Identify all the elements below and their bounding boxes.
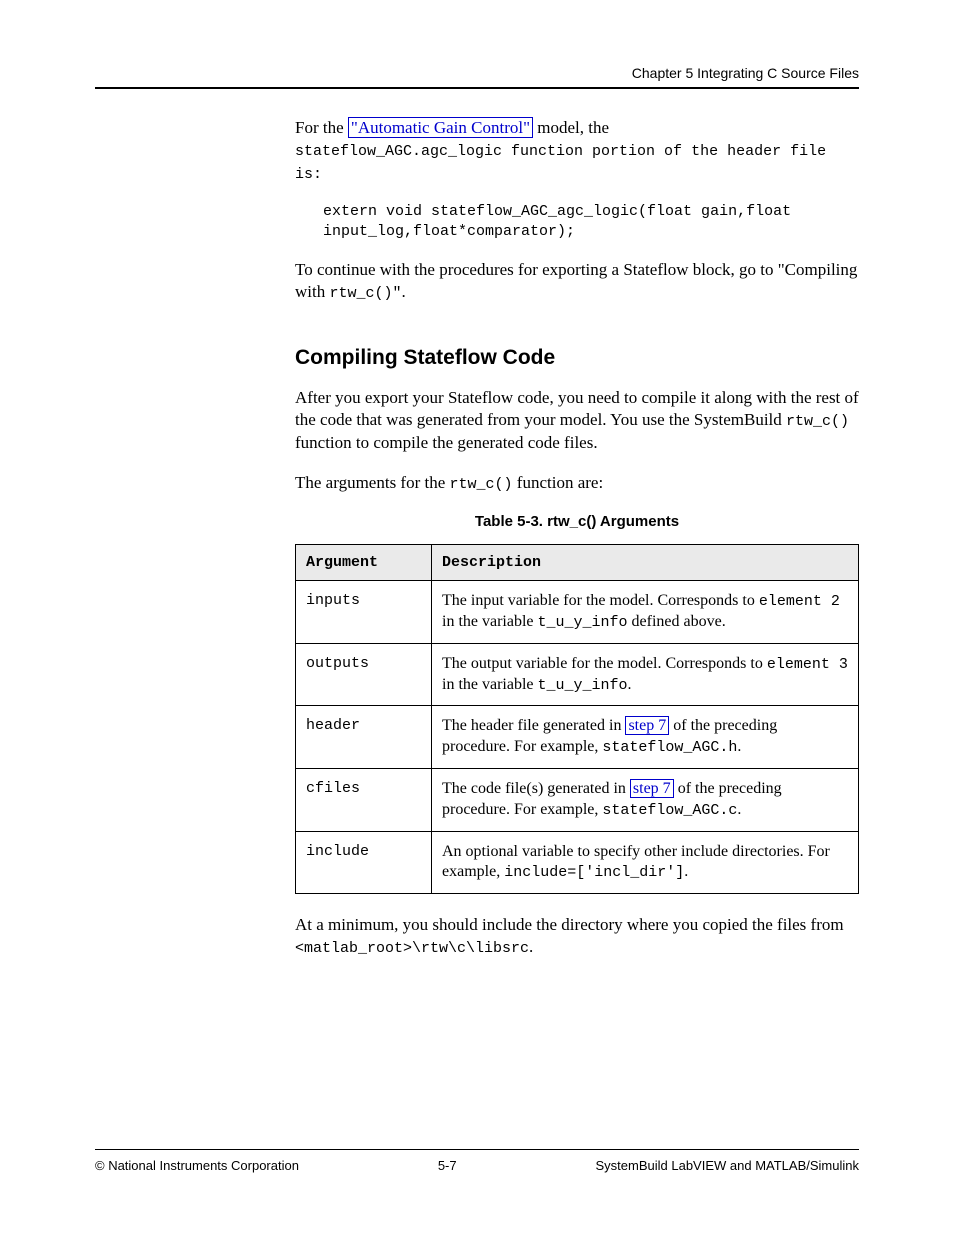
p6-code: <matlab_root>\rtw\c\libsrc xyxy=(295,940,529,957)
page-footer: © National Instruments Corporation 5-7 S… xyxy=(95,1143,859,1174)
p2-funcname: stateflow_AGC.agc_logic function portion… xyxy=(295,143,826,183)
p3-link-code: rtw_c()" xyxy=(329,285,401,302)
p5-code: rtw_c() xyxy=(450,476,513,493)
step7-link[interactable]: step 7 xyxy=(630,779,674,798)
table-row: outputs The output variable for the mode… xyxy=(296,643,859,706)
th-description: Description xyxy=(432,544,859,581)
p5-suffix: function are: xyxy=(513,473,604,492)
footer-left: © National Instruments Corporation xyxy=(95,1158,299,1173)
page-header: Chapter 5 Integrating C Source Files xyxy=(95,65,859,81)
header-rule xyxy=(95,87,859,89)
code-line-1: extern void stateflow_AGC_agc_logic(floa… xyxy=(323,203,791,220)
footer-rule xyxy=(95,1149,859,1150)
arg-desc: The code file(s) generated in step 7 of … xyxy=(432,768,859,831)
footer-right: SystemBuild LabVIEW and MATLAB/Simulink xyxy=(596,1158,859,1173)
arg-name: include xyxy=(296,831,432,894)
p3-prefix: To continue with the procedures for expo… xyxy=(295,260,773,279)
arg-desc: An optional variable to specify other in… xyxy=(432,831,859,894)
code-block-1: extern void stateflow_AGC_agc_logic(floa… xyxy=(323,202,859,241)
arg-desc: The output variable for the model. Corre… xyxy=(432,643,859,706)
p6-prefix: At a minimum, you should include the dir… xyxy=(295,915,844,934)
paragraph-4: After you export your Stateflow code, yo… xyxy=(295,387,859,454)
section-heading: Compiling Stateflow Code xyxy=(295,344,859,371)
table-row: header The header file generated in step… xyxy=(296,706,859,769)
main-content: For the "Automatic Gain Control" model, … xyxy=(295,117,859,959)
arg-name: outputs xyxy=(296,643,432,706)
arg-desc: The input variable for the model. Corres… xyxy=(432,581,859,644)
p1-prefix: For the xyxy=(295,118,348,137)
arg-name: cfiles xyxy=(296,768,432,831)
th-argument: Argument xyxy=(296,544,432,581)
p4-code: rtw_c() xyxy=(786,413,849,430)
paragraph-5: The arguments for the rtw_c() function a… xyxy=(295,472,859,495)
table-row: cfiles The code file(s) generated in ste… xyxy=(296,768,859,831)
p3-suffix: . xyxy=(402,282,406,301)
arg-desc: The header file generated in step 7 of t… xyxy=(432,706,859,769)
paragraph-6: At a minimum, you should include the dir… xyxy=(295,914,859,959)
agc-link[interactable]: "Automatic Gain Control" xyxy=(348,117,533,138)
code-line-2: input_log,float*comparator); xyxy=(323,223,575,240)
footer-page-number: 5-7 xyxy=(438,1158,457,1173)
paragraph-1: For the "Automatic Gain Control" model, … xyxy=(295,117,859,184)
table-row: inputs The input variable for the model.… xyxy=(296,581,859,644)
args-table: Argument Description inputs The input va… xyxy=(295,544,859,894)
table-row: include An optional variable to specify … xyxy=(296,831,859,894)
table-caption: Table 5-3. rtw_c() Arguments xyxy=(295,512,859,532)
p5-prefix: The arguments for the xyxy=(295,473,450,492)
p6-suffix: . xyxy=(529,937,533,956)
p4-prefix: After you export your Stateflow code, yo… xyxy=(295,388,859,429)
p4-suffix: function to compile the generated code f… xyxy=(295,433,598,452)
arg-name: header xyxy=(296,706,432,769)
arg-name: inputs xyxy=(296,581,432,644)
table-header-row: Argument Description xyxy=(296,544,859,581)
step7-link[interactable]: step 7 xyxy=(625,716,669,735)
paragraph-3: To continue with the procedures for expo… xyxy=(295,259,859,304)
p1-suffix: model, the xyxy=(537,118,609,137)
